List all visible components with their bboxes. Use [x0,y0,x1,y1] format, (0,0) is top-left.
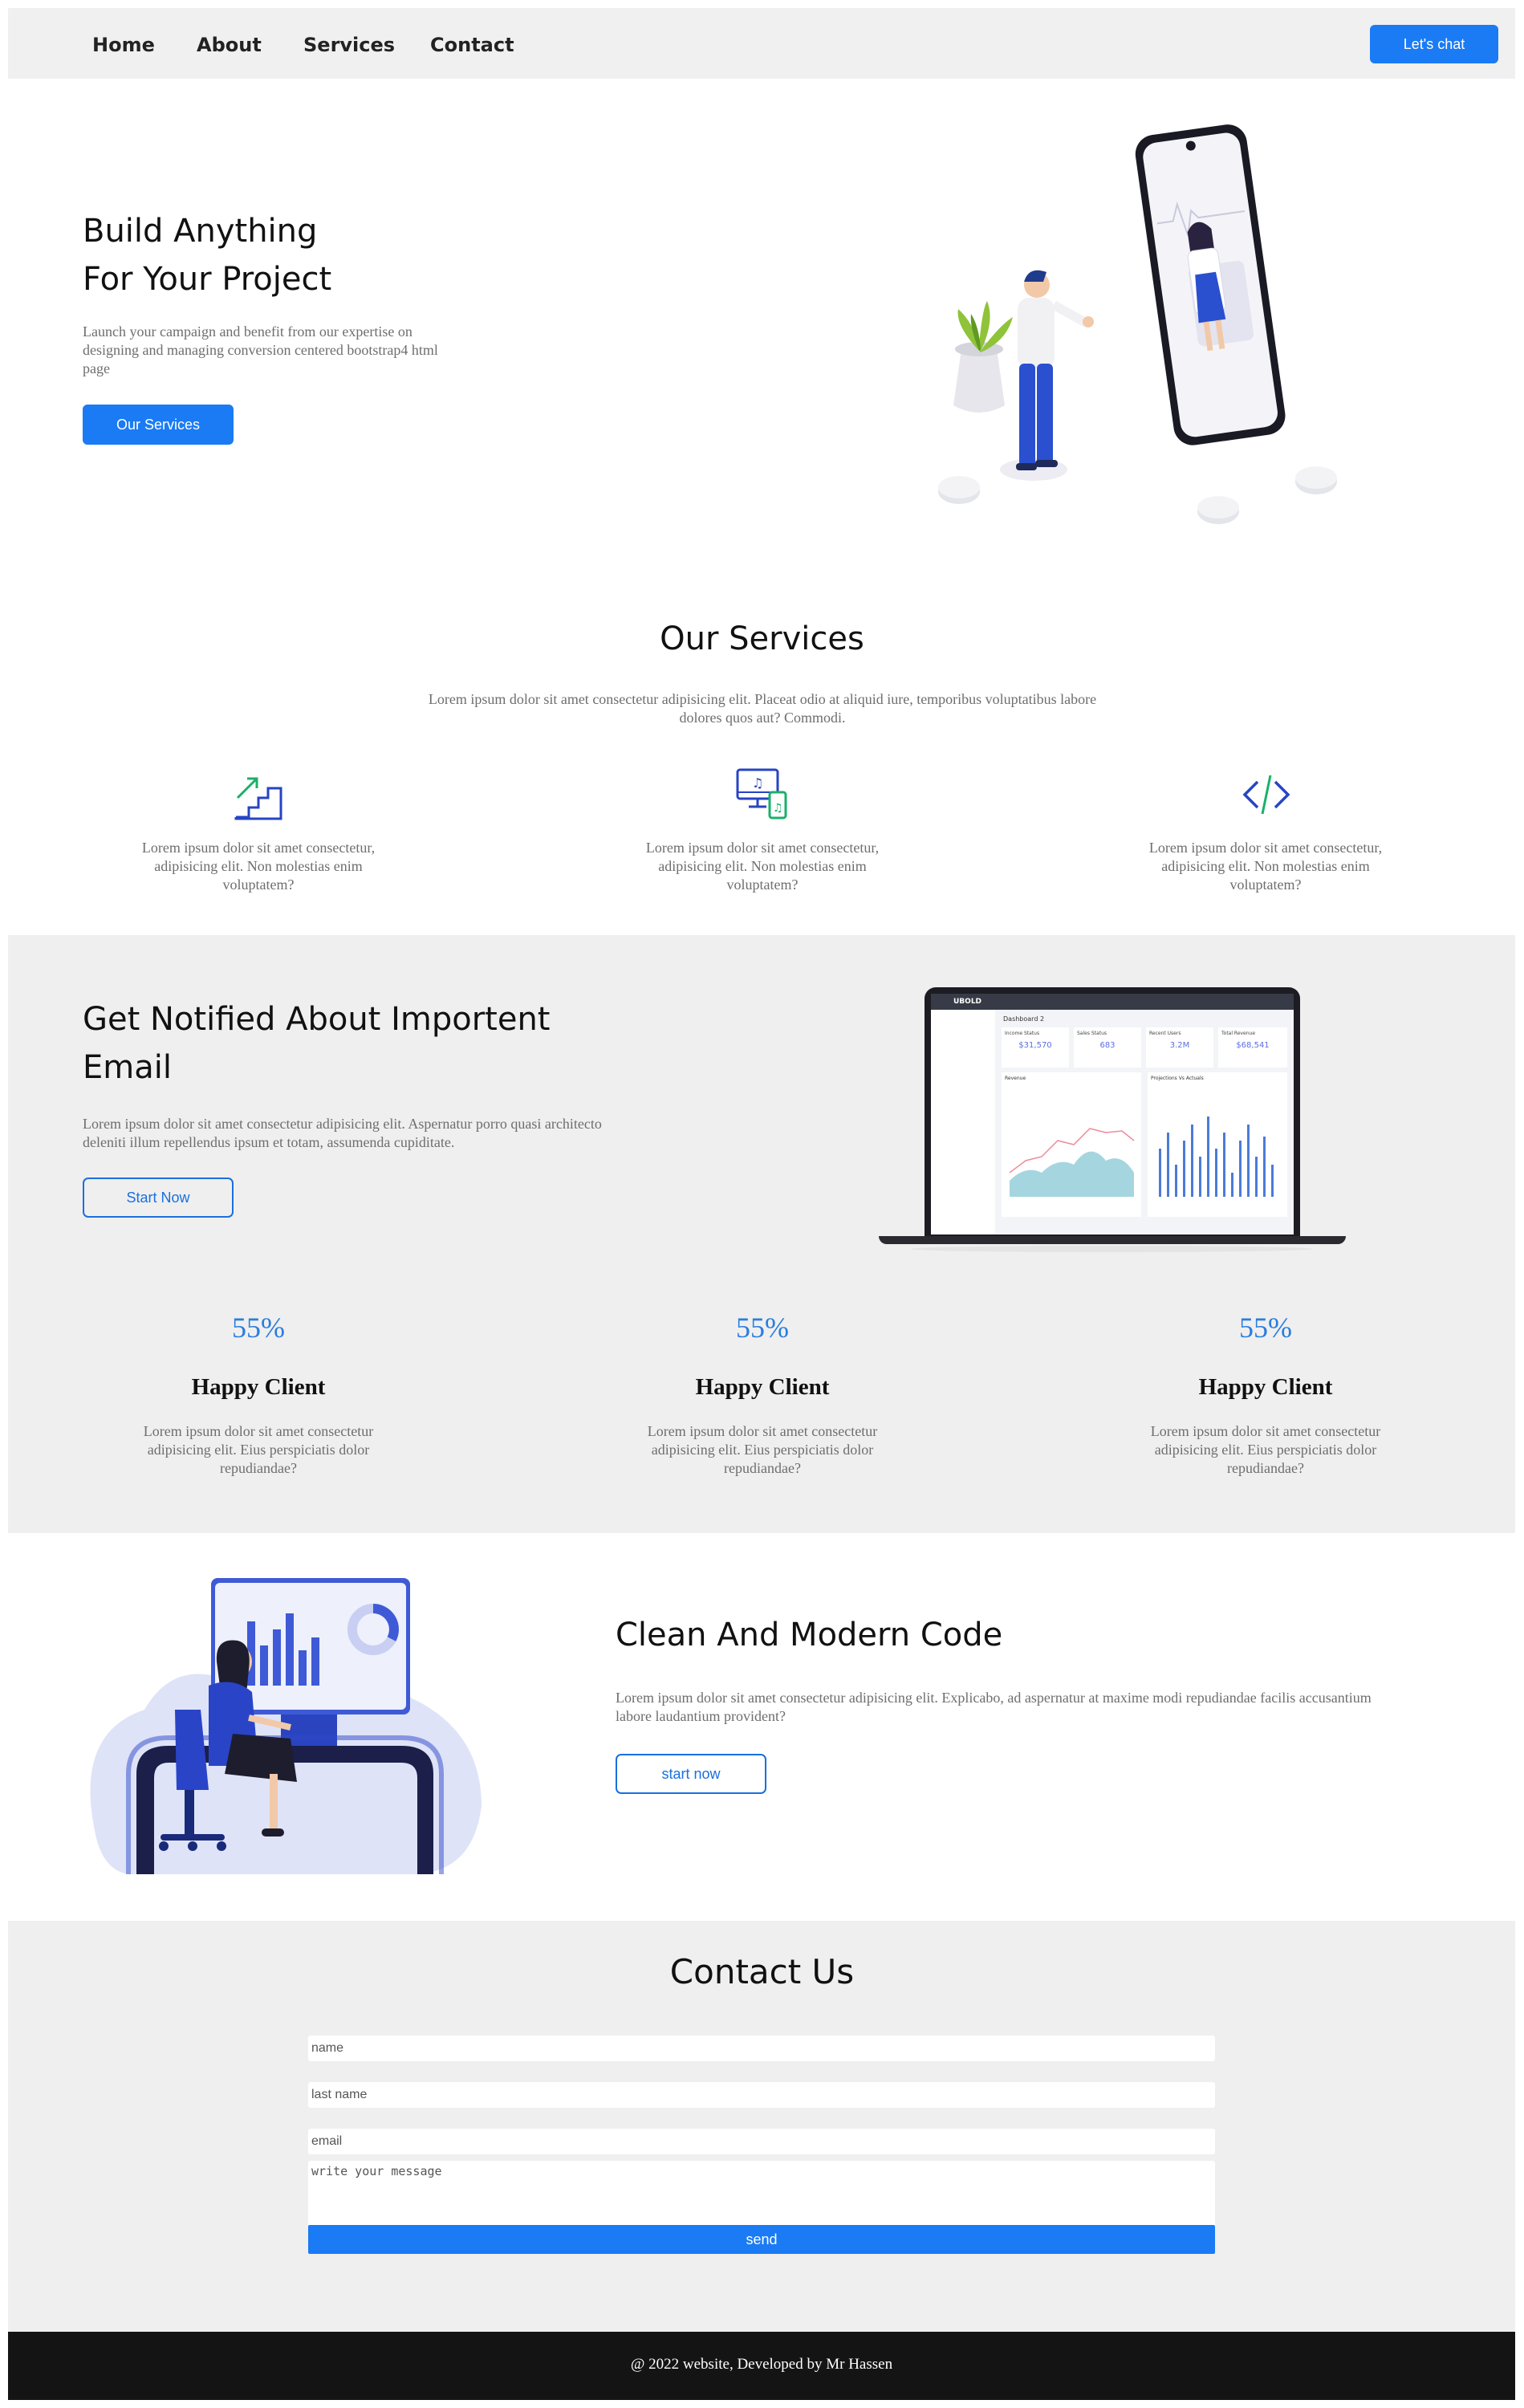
hero-title-line1: Build Anything [83,213,318,250]
hero-text: Launch your campaign and benefit from ou… [83,323,438,376]
lets-chat-button[interactable]: Let's chat [1370,25,1498,63]
service-item-text: Lorem ipsum dolor sit amet consectetur, … [1148,840,1383,893]
footer: @ 2022 website, Developed by Mr Hassen [8,2332,1515,2400]
stat-title: Happy Client [1198,1374,1333,1400]
stat-text: Lorem ipsum dolor sit amet consectetur a… [647,1423,878,1476]
dashboard-card: Total Revenue $68,541 [1218,1027,1287,1068]
nav-services-link[interactable]: Services [303,34,395,56]
stat-number: 55% [232,1312,285,1344]
service-item-text: Lorem ipsum dolor sit amet consectetur, … [141,840,376,893]
nav-about-link[interactable]: About [197,34,262,56]
workspace-illustration [90,1578,482,1874]
dashboard-heading: Dashboard 2 [1003,1015,1045,1023]
start-now-button[interactable]: Start Now [83,1178,234,1218]
navbar: Home About Services Contact Let's chat [8,8,1515,79]
hero-title: Build Anything For Your Project [83,207,331,303]
svg-text:♫: ♫ [773,802,783,815]
dashboard-projections-panel: Projections Vs Actuals [1148,1072,1287,1217]
code-icon [1242,775,1290,815]
hero-illustration [938,124,1337,524]
notify-title-line2: Email [83,1049,172,1086]
stat-number: 55% [736,1312,789,1344]
notify-title-line1: Get Notified About Importent [83,1001,551,1038]
dashboard-topbar: UBOLD [931,994,1294,1010]
dashboard-brand: UBOLD [953,998,982,1006]
dashboard-revenue-panel: Revenue [1002,1072,1141,1217]
notify-text: Lorem ipsum dolor sit amet consectetur a… [83,1116,602,1150]
hero-title-line2: For Your Project [83,261,332,298]
dashboard-card: Sales Status 683 [1074,1027,1141,1068]
stairs-growth-icon [234,777,282,820]
footer-text: @ 2022 website, Developed by Mr Hassen [630,2356,893,2373]
dashboard-laptop-image: UBOLD Dashboard 2 Income Status $31,570 … [879,987,1346,1260]
name-field[interactable] [308,2036,1215,2061]
stat-text: Lorem ipsum dolor sit amet consectetur a… [143,1423,374,1476]
message-field[interactable] [308,2161,1215,2233]
code-text: Lorem ipsum dolor sit amet consectetur a… [616,1690,1372,1724]
last-name-field[interactable] [308,2082,1215,2108]
stat-title: Happy Client [191,1374,326,1400]
our-services-button[interactable]: Our Services [83,405,234,445]
nav-home-link[interactable]: Home [92,34,155,56]
dashboard-sidebar [931,1010,995,1235]
svg-text:♫: ♫ [752,775,763,791]
dashboard-cards: Income Status $31,570 Sales Status 683 R… [1002,1027,1287,1068]
service-item-text: Lorem ipsum dolor sit amet consectetur, … [645,840,880,893]
stat-number: 55% [1239,1312,1292,1344]
start-now-button-2[interactable]: start now [616,1754,766,1794]
notify-title: Get Notified About Importent Email [83,995,550,1092]
monitor-music-icon: ♫ ♫ [736,768,787,820]
dashboard-card: Recent Users 3.2M [1146,1027,1213,1068]
services-title: Our Services [660,620,864,657]
stat-title: Happy Client [695,1374,830,1400]
nav-contact-link[interactable]: Contact [430,34,514,56]
email-field[interactable] [308,2129,1215,2154]
contact-title: Contact Us [669,1952,855,1991]
dashboard-card: Income Status $31,570 [1002,1027,1069,1068]
code-title: Clean And Modern Code [616,1617,1003,1653]
stat-text: Lorem ipsum dolor sit amet consectetur a… [1150,1423,1381,1476]
send-button[interactable]: send [308,2225,1215,2254]
services-intro: Lorem ipsum dolor sit amet consectetur a… [428,691,1097,726]
